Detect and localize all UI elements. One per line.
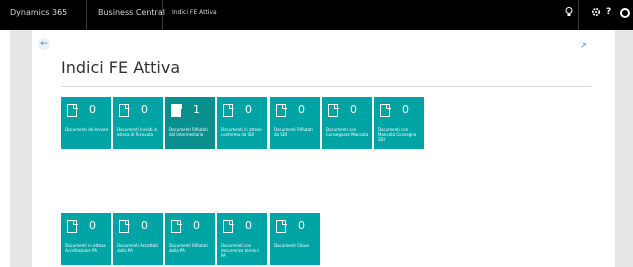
tile-count: 0 — [298, 103, 305, 116]
expand-icon[interactable]: ↗ — [580, 41, 587, 50]
settings-icon[interactable] — [591, 7, 601, 20]
page-title: Indici FE Attiva — [61, 58, 181, 77]
document-filled-icon — [171, 103, 182, 117]
tile-count: 0 — [141, 103, 148, 116]
page-frame-left — [10, 30, 32, 267]
tile-caption: Documenti Rifiutati dal Intermediario — [169, 127, 208, 137]
cue-tile-documenti-chiusi[interactable]: 0 Documenti Chiusi — [270, 213, 320, 265]
tile-count: 0 — [298, 219, 305, 232]
divider — [86, 0, 87, 30]
cue-tile-attesa-conferma-sdi[interactable]: 0 Documenti in attesa conferma da SDI — [217, 97, 267, 149]
page-frame-right — [615, 30, 633, 267]
cue-tile-attesa-accettazione-pa[interactable]: 0 Documenti in attesa Accettazione PA — [61, 213, 111, 265]
tile-caption: Documenti con decorrenza termini PA — [221, 243, 259, 258]
tile-count: 0 — [141, 219, 148, 232]
arrow-left-icon[interactable]: ← — [38, 38, 50, 50]
cue-tile-consegnare-mancata[interactable]: 0 Documenti con Consegnare Mancata — [322, 97, 372, 149]
cue-tile-inviati-attesa-ricevuta[interactable]: 0 Documenti Inviati in attesa di Ricevut… — [113, 97, 163, 149]
cue-tile-rifiutati-pa[interactable]: 0 Documenti Rifiutati dalla PA — [165, 213, 215, 265]
tile-count: 1 — [193, 103, 200, 116]
tile-caption: Documenti Accettati dalla PA — [117, 243, 158, 253]
cue-tile-documenti-da-inviare[interactable]: 0 Documenti da Inviare — [61, 97, 111, 149]
divider — [162, 0, 163, 30]
product-name[interactable]: Dynamics 365 — [10, 8, 67, 17]
document-icon — [119, 103, 130, 117]
document-icon — [67, 219, 78, 233]
tile-count: 0 — [193, 219, 200, 232]
tile-caption: Documenti in attesa Accettazione PA — [65, 243, 106, 253]
cue-tile-rifiutati-sdi[interactable]: 0 Documenti Rifiutati da SDI — [270, 97, 320, 149]
tile-count: 0 — [89, 103, 96, 116]
document-icon — [380, 103, 391, 117]
cue-tile-mancata-consegna-sdi[interactable]: 0 Documenti con Mancata Consegna SDI — [374, 97, 424, 149]
tile-caption: Documenti con Mancata Consegna SDI — [378, 127, 417, 142]
divider — [578, 0, 579, 30]
tile-count: 0 — [89, 219, 96, 232]
document-icon — [67, 103, 78, 117]
cue-tile-rifiutati-intermediario[interactable]: 1 Documenti Rifiutati dal Intermediario — [165, 97, 215, 149]
document-icon — [171, 219, 182, 233]
app-name[interactable]: Business Central — [98, 8, 165, 17]
breadcrumb: Indici FE Attiva — [172, 9, 217, 16]
title-divider — [61, 86, 591, 87]
tile-caption: Documenti con Consegnare Mancata — [326, 127, 369, 137]
tile-caption: Documenti Rifiutati dalla PA — [169, 243, 208, 253]
tile-count: 0 — [402, 103, 409, 116]
lightbulb-icon[interactable] — [565, 7, 573, 20]
document-icon — [276, 103, 287, 117]
document-icon — [119, 219, 130, 233]
cue-tile-accettati-pa[interactable]: 0 Documenti Accettati dalla PA — [113, 213, 163, 265]
tile-caption: Documenti da Inviare — [65, 127, 109, 132]
document-icon — [276, 219, 287, 233]
tile-count: 0 — [245, 103, 252, 116]
top-bar: Dynamics 365 Business Central Indici FE … — [0, 0, 633, 30]
document-icon — [223, 219, 234, 233]
document-icon — [223, 103, 234, 117]
tile-count: 0 — [350, 103, 357, 116]
user-avatar[interactable] — [620, 8, 630, 18]
tile-caption: Documenti Inviati in attesa di Ricevuta — [117, 127, 158, 137]
document-icon — [328, 103, 339, 117]
cue-tile-decorrenza-termini-pa[interactable]: 0 Documenti con decorrenza termini PA — [217, 213, 267, 265]
help-icon[interactable]: ? — [606, 7, 611, 17]
tile-caption: Documenti in attesa conferma da SDI — [221, 127, 262, 137]
tile-count: 0 — [245, 219, 252, 232]
tile-caption: Documenti Chiusi — [274, 243, 310, 248]
tile-caption: Documenti Rifiutati da SDI — [274, 127, 313, 137]
